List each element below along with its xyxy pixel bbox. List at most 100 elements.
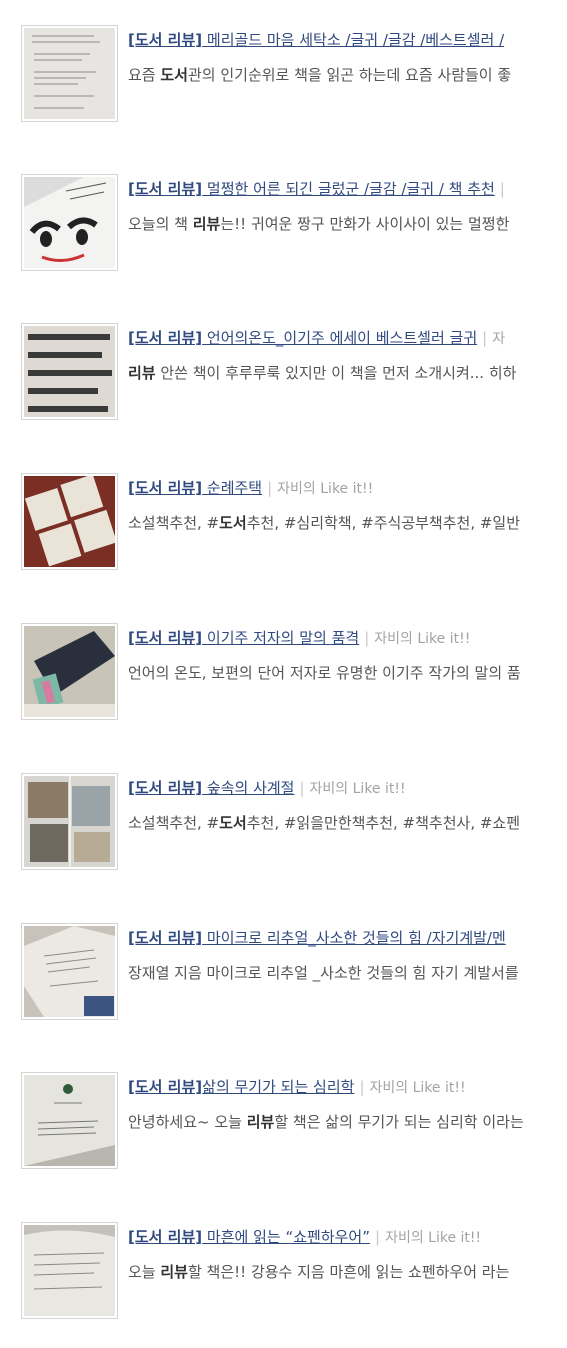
result-thumbnail[interactable] — [21, 923, 118, 1020]
snippet-highlight: 도서 — [219, 514, 247, 532]
separator: | — [267, 479, 273, 497]
title-prefix: [도서 리뷰] — [128, 779, 203, 797]
blog-name-link[interactable]: 자비의 Like it!! — [310, 781, 406, 797]
snippet-text: 소설책추천, # — [128, 514, 220, 532]
result-title-line: [도서 리뷰] 메리골드 마음 세탁소 /글귀 /글감 /베스트셀러 / — [128, 30, 504, 50]
separator: | — [375, 1228, 381, 1246]
result-title-link[interactable]: [도서 리뷰] 마이크로 리추얼_사소한 것들의 힘 /자기계발/멘 — [128, 929, 506, 947]
snippet-highlight: 도서 — [160, 66, 188, 84]
title-text: 삶의 무기가 되는 심리학 — [202, 1078, 355, 1096]
result-title-line: [도서 리뷰] 멀쩡한 어른 되긴 글렀군 /글감 /글귀 / 책 추천 | — [128, 179, 510, 199]
snippet-text: 관의 인기순위로 책을 읽곤 하는데 요즘 사람들이 좋 — [187, 66, 512, 84]
result-item: [도서 리뷰] 메리골드 마음 세탁소 /글귀 /글감 /베스트셀러 / 요즘 … — [0, 25, 567, 125]
separator: | — [364, 629, 370, 647]
result-snippet: 오늘의 책 리뷰는!! 귀여운 짱구 만화가 사이사이 있는 멀쩡한 — [128, 214, 509, 234]
result-title-line: [도서 리뷰] 이기주 저자의 말의 품격 | 자비의 Like it!! — [128, 628, 470, 649]
book-title-page-thumbnail — [24, 1075, 115, 1166]
result-item: [도서 리뷰] 숲속의 사계절 | 자비의 Like it!! 소설책추천, #도서… — [0, 773, 567, 873]
result-title-link[interactable]: [도서 리뷰] 언어의온도_이기주 에세이 베스트셀러 글귀 — [128, 329, 477, 347]
result-snippet: 안녕하세요~ 오늘 리뷰할 책은 삶의 무기가 되는 심리학 이라는 — [128, 1112, 524, 1132]
open-book-photos-thumbnail — [24, 776, 115, 867]
title-prefix: [도서 리뷰] — [128, 929, 203, 947]
separator: | — [499, 180, 505, 198]
book-text-closeup-thumbnail — [24, 326, 115, 417]
result-thumbnail[interactable] — [21, 174, 118, 271]
snippet-highlight: 리뷰 — [128, 364, 156, 382]
result-item: [도서 리뷰] 순례주택 | 자비의 Like it!! 소설책추천, #도서추천,… — [0, 473, 567, 573]
blog-name-link[interactable]: 자비의 Like it!! — [370, 1080, 466, 1096]
blog-name-link[interactable]: 자 — [492, 331, 505, 347]
title-text: 순례주택 — [202, 479, 263, 497]
title-prefix: [도서 리뷰] — [128, 31, 203, 49]
snippet-text: 추천, #심리학책, #주식공부책추천, #일반 — [246, 514, 521, 532]
result-thumbnail[interactable] — [21, 323, 118, 420]
result-snippet: 언어의 온도, 보편의 단어 저자로 유명한 이기주 작가의 말의 품 — [128, 663, 521, 683]
result-title-link[interactable]: [도서 리뷰] 숲속의 사계절 — [128, 779, 294, 797]
result-title-link[interactable]: [도서 리뷰]삶의 무기가 되는 심리학 — [128, 1078, 354, 1096]
result-snippet: 소설책추천, #도서추천, #심리학책, #주식공부책추천, #일반 — [128, 513, 520, 533]
result-snippet: 소설책추천, #도서추천, #읽을만한책추천, #책추천사, #쇼펜 — [128, 813, 520, 833]
blog-name-link[interactable]: 자비의 Like it!! — [385, 1230, 481, 1246]
snippet-highlight: 도서 — [219, 814, 247, 832]
result-title-link[interactable]: [도서 리뷰] 멀쩡한 어른 되긴 글렀군 /글감 /글귀 / 책 추천 — [128, 180, 495, 198]
title-text: 메리골드 마음 세탁소 /글귀 /글감 /베스트셀러 / — [202, 31, 505, 49]
book-page-thumbnail — [24, 28, 115, 119]
result-thumbnail[interactable] — [21, 25, 118, 122]
separator: | — [482, 329, 488, 347]
result-title-link[interactable]: [도서 리뷰] 메리골드 마음 세탁소 /글귀 /글감 /베스트셀러 / — [128, 31, 504, 49]
result-title-line: [도서 리뷰] 마이크로 리추얼_사소한 것들의 힘 /자기계발/멘 — [128, 928, 506, 948]
blog-name-link[interactable]: 자비의 Like it!! — [277, 481, 373, 497]
snippet-text: 장재열 지음 마이크로 리추얼 _사소한 것들의 힘 자기 계발서를 — [128, 964, 519, 982]
result-item: [도서 리뷰] 언어의온도_이기주 에세이 베스트셀러 글귀 | 자 리뷰 안쓴 책… — [0, 323, 567, 423]
snippet-text: 오늘 — [128, 1263, 161, 1281]
result-title-line: [도서 리뷰]삶의 무기가 되는 심리학 | 자비의 Like it!! — [128, 1077, 466, 1098]
title-text: 마이크로 리추얼_사소한 것들의 힘 /자기계발/멘 — [202, 929, 506, 947]
result-title-link[interactable]: [도서 리뷰] 마흔에 읽는 “쇼펜하우어” — [128, 1228, 370, 1246]
snippet-highlight: 리뷰 — [160, 1263, 188, 1281]
result-snippet: 오늘 리뷰할 책은!! 강용수 지음 마흔에 읽는 쇼펜하우어 라는 — [128, 1262, 509, 1282]
result-item: [도서 리뷰] 마흔에 읽는 “쇼펜하우어” | 자비의 Like it!! 오늘 … — [0, 1222, 567, 1322]
book-page-curl-thumbnail — [24, 1225, 115, 1316]
title-text: 마흔에 읽는 “쇼펜하우어” — [202, 1228, 370, 1246]
result-item: [도서 리뷰] 마이크로 리추얼_사소한 것들의 힘 /자기계발/멘 장재열 지… — [0, 923, 567, 1023]
snippet-text: 추천, #읽을만한책추천, #책추천사, #쇼펜 — [246, 814, 521, 832]
blog-name-link[interactable]: 자비의 Like it!! — [374, 631, 470, 647]
title-text: 언어의온도_이기주 에세이 베스트셀러 글귀 — [202, 329, 478, 347]
book-cover-red-thumbnail — [24, 476, 115, 567]
result-snippet: 요즘 도서관의 인기순위로 책을 읽곤 하는데 요즘 사람들이 좋 — [128, 65, 511, 85]
title-prefix: [도서 리뷰] — [128, 329, 203, 347]
result-snippet: 리뷰 안쓴 책이 후루루룩 있지만 이 책을 먼저 소개시켜... 히하 — [128, 363, 516, 383]
result-item: [도서 리뷰] 이기주 저자의 말의 품격 | 자비의 Like it!! 언어의 … — [0, 623, 567, 723]
snippet-text: 소설책추천, # — [128, 814, 220, 832]
separator: | — [299, 779, 305, 797]
snippet-text: 오늘의 책 — [128, 215, 193, 233]
snippet-text: 는!! 귀여운 짱구 만화가 사이사이 있는 멀쩡한 — [220, 215, 510, 233]
result-thumbnail[interactable] — [21, 1222, 118, 1319]
result-title-link[interactable]: [도서 리뷰] 이기주 저자의 말의 품격 — [128, 629, 359, 647]
title-prefix: [도서 리뷰] — [128, 1228, 203, 1246]
title-prefix: [도서 리뷰] — [128, 629, 203, 647]
snippet-text: 할 책은!! 강용수 지음 마흔에 읽는 쇼펜하우어 라는 — [187, 1263, 510, 1281]
snippet-text: 안쓴 책이 후루루룩 있지만 이 책을 먼저 소개시켜... 히하 — [155, 364, 517, 382]
result-thumbnail[interactable] — [21, 773, 118, 870]
result-title-line: [도서 리뷰] 숲속의 사계절 | 자비의 Like it!! — [128, 778, 406, 799]
snippet-text: 안녕하세요~ 오늘 — [128, 1113, 247, 1131]
snippet-text: 언어의 온도, 보편의 단어 저자로 유명한 이기주 작가의 말의 품 — [128, 664, 521, 682]
search-result-list: [도서 리뷰] 메리골드 마음 세탁소 /글귀 /글감 /베스트셀러 / 요즘 … — [0, 0, 567, 1348]
separator: | — [359, 1078, 365, 1096]
book-pages-thumbnail — [24, 926, 115, 1017]
snippet-text: 할 책은 삶의 무기가 되는 심리학 이라는 — [274, 1113, 524, 1131]
snippet-highlight: 리뷰 — [192, 215, 221, 233]
title-prefix: [도서 리뷰] — [128, 180, 203, 198]
result-thumbnail[interactable] — [21, 623, 118, 720]
result-snippet: 장재열 지음 마이크로 리추얼 _사소한 것들의 힘 자기 계발서를 — [128, 963, 519, 983]
result-item: [도서 리뷰]삶의 무기가 되는 심리학 | 자비의 Like it!! 안녕하세요… — [0, 1072, 567, 1172]
book-cover-face-thumbnail — [24, 177, 115, 268]
dark-book-thumbnail — [24, 626, 115, 717]
result-thumbnail[interactable] — [21, 473, 118, 570]
snippet-highlight: 리뷰 — [246, 1113, 275, 1131]
snippet-text: 요즘 — [128, 66, 161, 84]
result-title-link[interactable]: [도서 리뷰] 순례주택 — [128, 479, 262, 497]
title-text: 이기주 저자의 말의 품격 — [202, 629, 360, 647]
result-thumbnail[interactable] — [21, 1072, 118, 1169]
